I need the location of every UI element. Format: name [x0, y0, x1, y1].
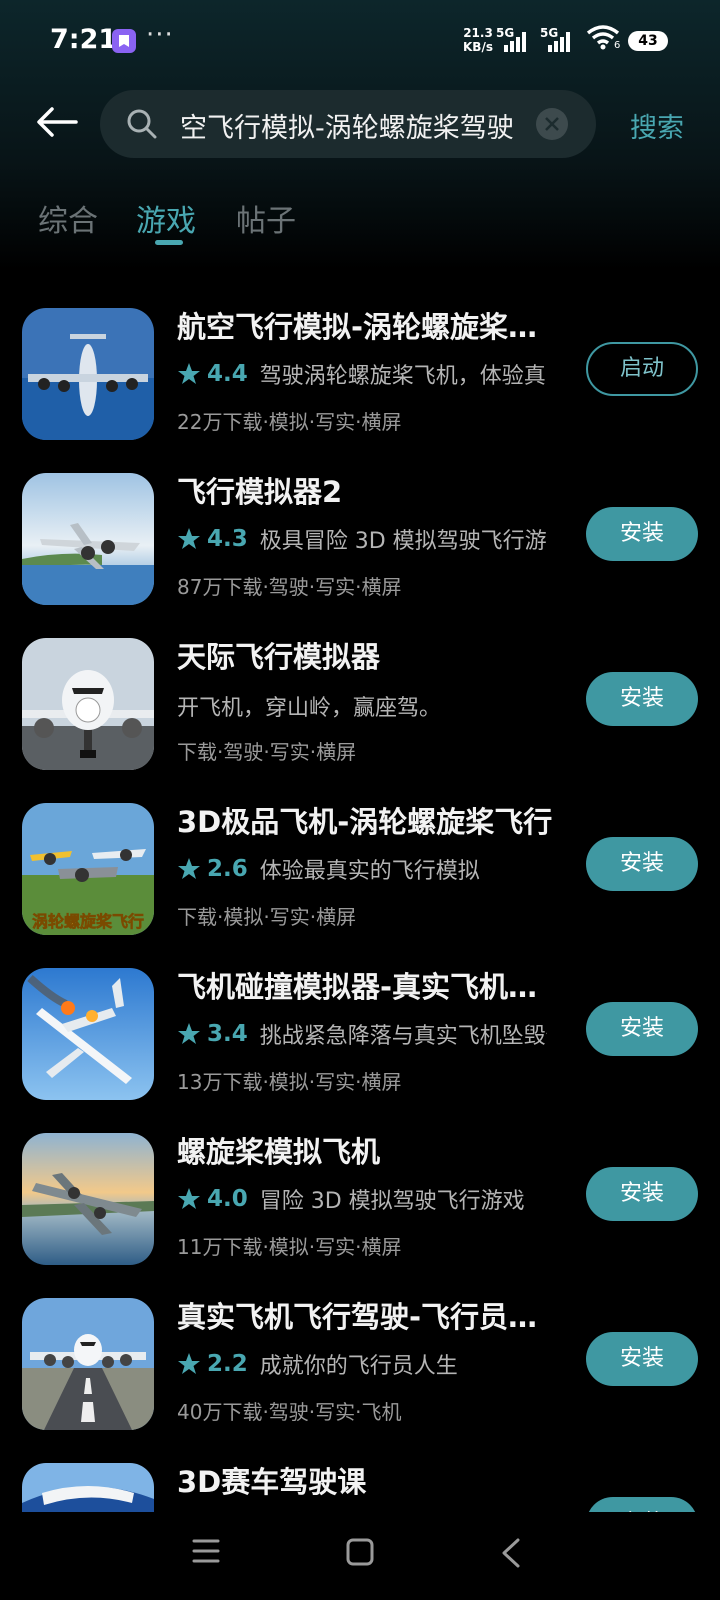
install-button[interactable]: 安装 — [586, 507, 698, 561]
app-description: 挑战紧急降落与真实飞机坠毁体验 — [259, 1024, 547, 1049]
app-description: 开飞机，穿山岭，赢座驾。 — [177, 696, 442, 721]
search-button[interactable]: 搜索 — [630, 106, 684, 145]
launch-button[interactable]: 启动 — [586, 342, 698, 396]
app-description: 驾驶涡轮螺旋桨飞机，体验真实飞行 — [259, 364, 547, 389]
install-button[interactable]: 安装 — [586, 1497, 698, 1512]
list-item[interactable]: 飞行模拟器2 4.3 极具冒险 3D 模拟驾驶飞行游戏 87万下载·驾驶·写实·横… — [0, 461, 720, 626]
list-item[interactable]: 航空飞行模拟-涡轮螺旋桨驾驶 4.4 驾驶涡轮螺旋桨飞机，体验真实飞行 22万下载… — [0, 296, 720, 461]
list-item[interactable]: 3D赛车驾驶课 安装 — [0, 1451, 720, 1512]
install-button[interactable]: 安装 — [586, 837, 698, 891]
active-tab-indicator — [155, 240, 183, 245]
icon-caption: 涡轮螺旋桨飞行 — [32, 912, 144, 931]
rating-row: 2.2 成就你的飞行员人生 — [177, 1348, 547, 1380]
app-meta: 22万下载·模拟·写实·横屏 — [177, 410, 402, 434]
app-description: 极具冒险 3D 模拟驾驶飞行游戏 — [259, 529, 547, 554]
app-description: 体验最真实的飞行模拟 — [259, 859, 480, 884]
rating-row: 4.4 驾驶涡轮螺旋桨飞机，体验真实飞行 — [177, 358, 547, 390]
app-title[interactable]: 航空飞行模拟-涡轮螺旋桨驾驶 — [177, 304, 557, 346]
search-input[interactable]: 空飞行模拟-涡轮螺旋桨驾驶 — [180, 106, 540, 145]
rating-score: 4.3 — [207, 526, 248, 552]
rating-score: 4.4 — [207, 361, 248, 387]
tab-overall[interactable]: 综合 — [38, 196, 98, 240]
app-description: 成就你的飞行员人生 — [259, 1354, 458, 1379]
tab-posts[interactable]: 帖子 — [236, 196, 296, 240]
app-description: 冒险 3D 模拟驾驶飞行游戏 — [259, 1189, 525, 1214]
wifi-band: 6 — [614, 40, 621, 51]
rating-row: 3.4 挑战紧急降落与真实飞机坠毁体验 — [177, 1018, 547, 1050]
turboprop-fleet-icon[interactable]: 涡轮螺旋桨飞行 — [22, 803, 154, 935]
jet-front-view-icon[interactable] — [22, 638, 154, 770]
star-icon — [178, 528, 200, 549]
app-title[interactable]: 天际飞行模拟器 — [177, 634, 557, 676]
crashing-plane-icon[interactable] — [22, 968, 154, 1100]
search-field[interactable]: 空飞行模拟-涡轮螺旋桨驾驶 — [100, 90, 596, 158]
game-result-list[interactable]: 航空飞行模拟-涡轮螺旋桨驾驶 4.4 驾驶涡轮螺旋桨飞机，体验真实飞行 22万下载… — [0, 296, 720, 1512]
app-title[interactable]: 3D极品飞机-涡轮螺旋桨飞行 — [177, 799, 557, 841]
search-icon — [126, 108, 158, 144]
star-icon — [178, 1188, 200, 1209]
star-icon — [178, 858, 200, 879]
runway-airliner-icon[interactable] — [22, 1298, 154, 1430]
wifi-icon: 6 — [586, 24, 620, 56]
app-meta: 87万下载·驾驶·写实·横屏 — [177, 575, 402, 599]
race-car-icon[interactable] — [22, 1463, 154, 1512]
app-title[interactable]: 3D赛车驾驶课 — [177, 1459, 557, 1501]
bookmark-app-icon — [112, 29, 136, 53]
sky-turboprop-plane-icon[interactable] — [22, 473, 154, 605]
list-item[interactable]: 螺旋桨模拟飞机 4.0 冒险 3D 模拟驾驶飞行游戏 11万下载·模拟·写实·横屏… — [0, 1121, 720, 1286]
star-icon — [178, 1023, 200, 1044]
rating-score: 2.6 — [207, 856, 248, 882]
tab-games[interactable]: 游戏 — [136, 196, 196, 240]
install-button[interactable]: 安装 — [586, 672, 698, 726]
system-navigation-bar — [0, 1512, 720, 1600]
app-title[interactable]: 飞行模拟器2 — [177, 469, 557, 511]
menu-icon[interactable] — [192, 1538, 220, 1568]
status-time: 7:21 — [50, 24, 118, 55]
rating-row: 2.6 体验最真实的飞行模拟 — [177, 853, 547, 885]
home-icon[interactable] — [346, 1538, 374, 1570]
list-item[interactable]: 天际飞行模拟器 开飞机，穿山岭，赢座驾。 下载·驾驶·写实·横屏 安装 — [0, 626, 720, 791]
app-meta: 下载·驾驶·写实·横屏 — [177, 740, 357, 764]
network-speed-unit: KB/s — [463, 40, 493, 54]
clear-search-icon[interactable] — [536, 108, 568, 140]
app-title[interactable]: 螺旋桨模拟飞机 — [177, 1129, 557, 1171]
app-title[interactable]: 真实飞机飞行驾驶-飞行员模拟 — [177, 1294, 557, 1336]
sunset-cargo-plane-icon[interactable] — [22, 1133, 154, 1265]
network-speed-value: 21.3 — [463, 26, 493, 40]
app-meta: 13万下载·模拟·写实·横屏 — [177, 1070, 402, 1094]
rating-score: 4.0 — [207, 1186, 248, 1212]
more-notifications-icon: ··· — [146, 20, 174, 50]
app-meta: 下载·模拟·写实·横屏 — [177, 905, 357, 929]
battery-level: 43 — [628, 31, 668, 51]
list-item[interactable]: 涡轮螺旋桨飞行 3D极品飞机-涡轮螺旋桨飞行 2.6 体验最真实的飞行模拟 下载·… — [0, 791, 720, 956]
rating-score: 2.2 — [207, 1351, 248, 1377]
list-item[interactable]: 飞机碰撞模拟器-真实飞机坠毁 3.4 挑战紧急降落与真实飞机坠毁体验 13万下载·… — [0, 956, 720, 1121]
network-speed: 21.3 KB/s — [460, 26, 496, 54]
app-meta: 40万下载·驾驶·写实·飞机 — [177, 1400, 402, 1424]
app-meta: 11万下载·模拟·写实·横屏 — [177, 1235, 402, 1259]
rating-row: 4.3 极具冒险 3D 模拟驾驶飞行游戏 — [177, 523, 547, 555]
back-nav-icon[interactable] — [500, 1538, 522, 1572]
status-bar: 7:21 ··· 21.3 KB/s 5G 5G 6 43 — [0, 0, 720, 84]
rating-score: 3.4 — [207, 1021, 248, 1047]
rating-row: 4.0 冒险 3D 模拟驾驶飞行游戏 — [177, 1183, 547, 1215]
install-button[interactable]: 安装 — [586, 1167, 698, 1221]
install-button[interactable]: 安装 — [586, 1332, 698, 1386]
back-arrow-icon[interactable] — [34, 104, 82, 148]
star-icon — [178, 1353, 200, 1374]
app-title[interactable]: 飞机碰撞模拟器-真实飞机坠毁 — [177, 964, 557, 1006]
install-button[interactable]: 安装 — [586, 1002, 698, 1056]
list-item[interactable]: 真实飞机飞行驾驶-飞行员模拟 2.2 成就你的飞行员人生 40万下载·驾驶·写实·… — [0, 1286, 720, 1451]
ocean-turboprop-plane-icon[interactable] — [22, 308, 154, 440]
star-icon — [178, 363, 200, 384]
